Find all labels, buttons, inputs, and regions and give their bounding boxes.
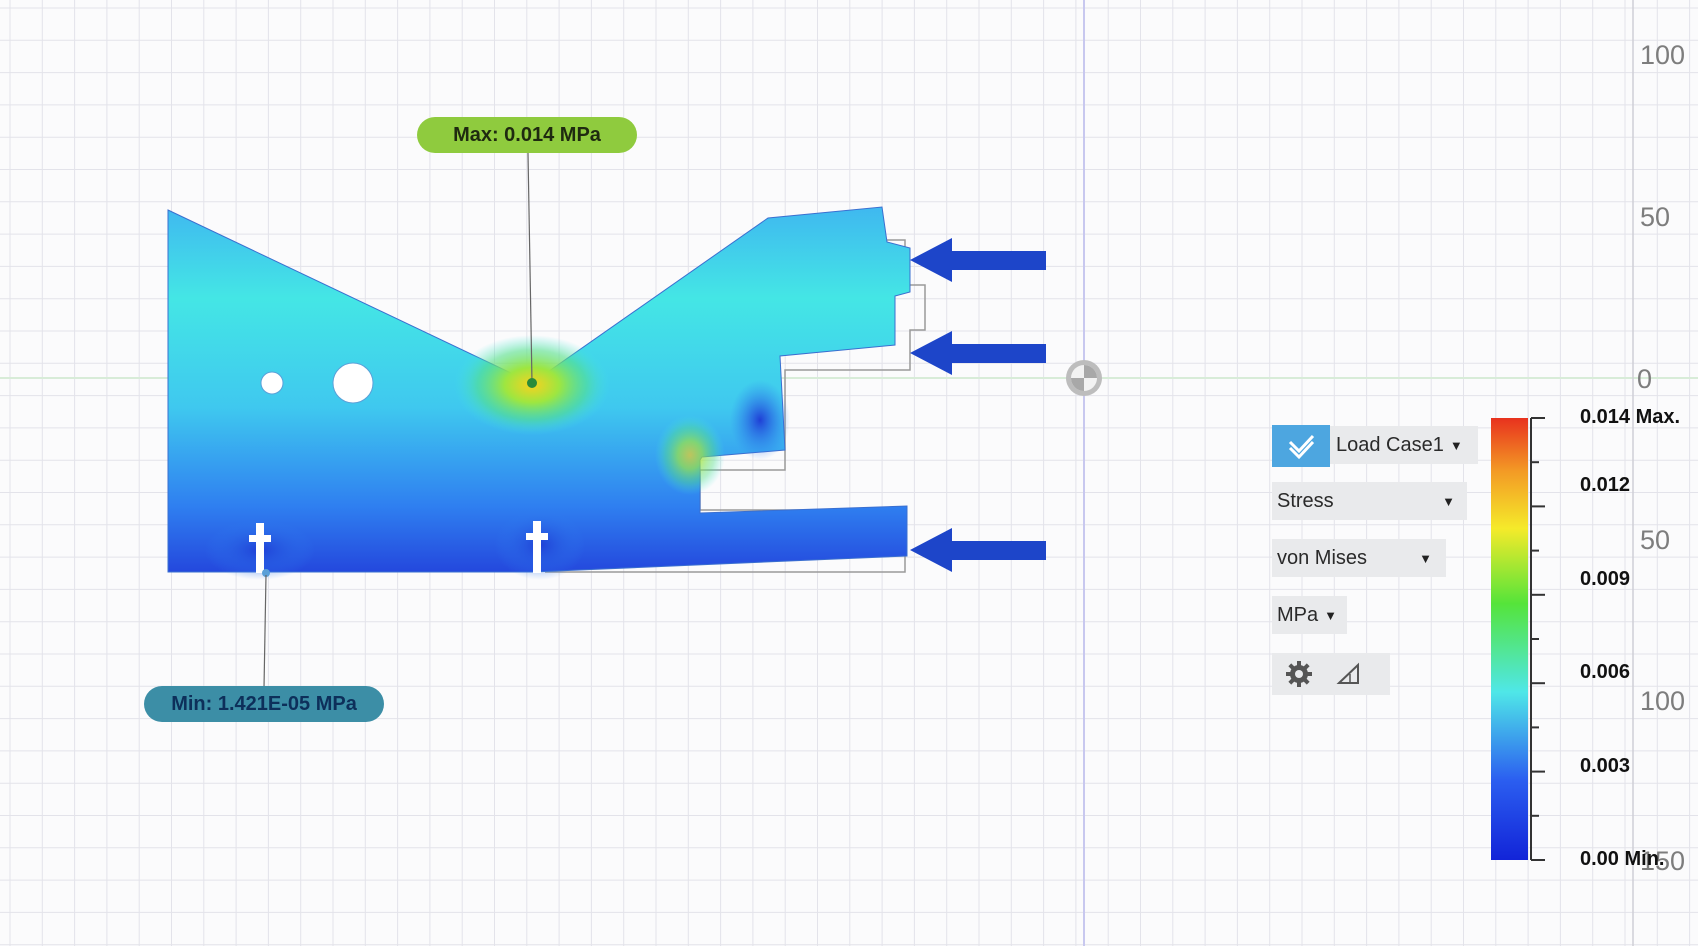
legend-tick-value: 0.012	[1580, 474, 1631, 496]
max-stress-callout[interactable]: Max: 0.014 MPa	[417, 117, 637, 153]
legend-tick-value: 0.003	[1580, 755, 1631, 777]
legend-tick-value: 0.009	[1580, 568, 1631, 590]
load-arrow-icon[interactable]	[910, 528, 1046, 572]
legend-min-value: 0.00 Min.	[1580, 848, 1665, 870]
chevron-down-icon: ▼	[1449, 437, 1463, 453]
hole-small	[260, 371, 284, 395]
settings-button[interactable]	[1284, 659, 1314, 689]
min-leader-line	[263, 574, 267, 689]
units-dropdown[interactable]: MPa ▼	[1272, 596, 1347, 634]
ruler-label-50: 50	[1640, 525, 1671, 555]
legend-max-value: 0.014 Max.	[1580, 406, 1681, 428]
ruler-label-100: 100	[1640, 686, 1686, 716]
ruler-label-50: 50	[1640, 202, 1671, 232]
load-case-toggle[interactable]	[1272, 425, 1330, 467]
result-type-dropdown[interactable]: Stress ▼	[1272, 482, 1467, 520]
deformation-scale-button[interactable]	[1336, 662, 1362, 686]
chevron-down-icon: ▼	[1324, 607, 1337, 623]
stress-legend-bar	[1491, 417, 1545, 861]
hole-large	[332, 362, 374, 404]
legend-tick-value: 0.006	[1580, 661, 1631, 683]
model-canvas[interactable]	[0, 0, 1698, 946]
stress-region-right	[655, 415, 725, 495]
simulation-viewport[interactable]: 100 50 0 50 100 150 Max: 0.014 MPa Min: …	[0, 0, 1698, 946]
origin-icon[interactable]	[1066, 360, 1102, 396]
ruler-label-0: 0	[1637, 364, 1653, 394]
deformation-scale-icon	[1336, 662, 1359, 684]
result-tools-row	[1272, 653, 1390, 695]
ruler-label-100: 100	[1640, 40, 1686, 70]
gear-icon	[1286, 661, 1312, 687]
load-arrow-icon[interactable]	[910, 238, 1046, 282]
stress-component-dropdown[interactable]: von Mises ▼	[1272, 539, 1446, 577]
min-stress-callout[interactable]: Min: 1.421E-05 MPa	[144, 686, 384, 722]
chevron-down-icon: ▼	[1442, 493, 1455, 509]
load-case-dropdown[interactable]: Load Case1 ▼	[1330, 426, 1478, 464]
max-point-marker	[527, 378, 537, 388]
load-case-label: Load Case1	[1336, 433, 1444, 456]
result-type-label: Stress	[1277, 489, 1334, 512]
stress-component-label: von Mises	[1277, 546, 1368, 569]
low-stress-region	[730, 380, 790, 460]
chevron-down-icon: ▼	[1419, 550, 1432, 566]
load-arrow-icon[interactable]	[910, 331, 1046, 375]
units-label: MPa	[1277, 603, 1319, 626]
checkmark-icon	[1288, 434, 1315, 460]
